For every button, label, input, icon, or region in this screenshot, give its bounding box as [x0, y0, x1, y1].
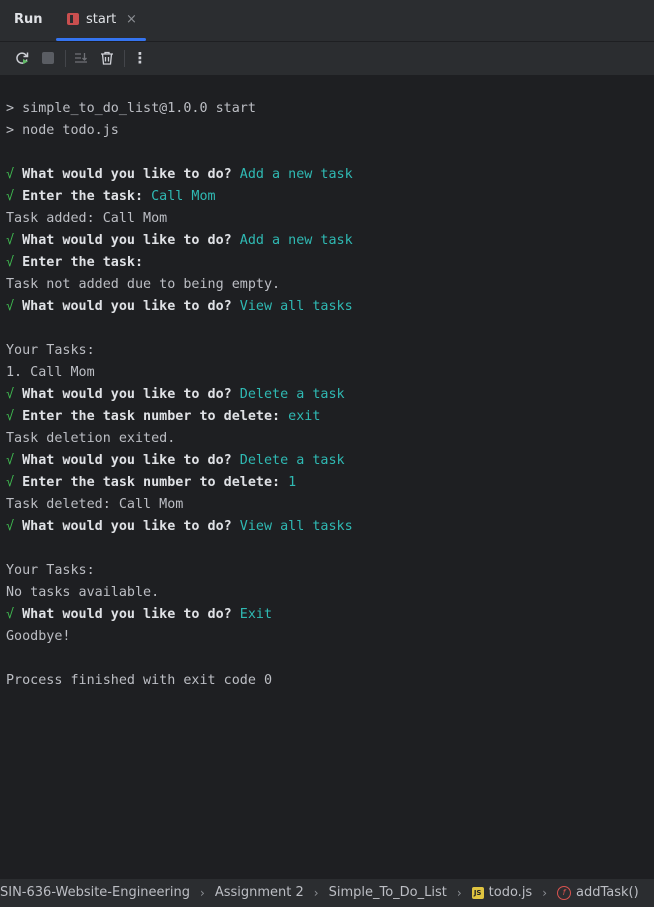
console-prompt-line: √ Enter the task number to delete: 1 [6, 472, 353, 494]
console-output-line: Task deletion exited. [6, 431, 176, 446]
console-output-line: > node todo.js [6, 123, 119, 138]
prompt-question: Enter the task number to delete: [22, 475, 281, 490]
js-file-icon: JS [471, 886, 484, 899]
breadcrumb: SIN-636-Website-Engineering › Assignment 2… [0, 885, 639, 900]
checkmark-icon: √ [6, 387, 15, 402]
rerun-button[interactable] [12, 48, 32, 68]
scroll-to-end-button[interactable] [71, 48, 91, 68]
console-output-line: No tasks available. [6, 585, 160, 600]
prompt-answer: Add a new task [239, 233, 353, 248]
breadcrumb-label: Assignment 2 [214, 885, 304, 900]
rerun-icon [16, 52, 29, 64]
console-output-line: 1. Call Mom [6, 365, 95, 380]
console-output-line: Your Tasks: [6, 343, 95, 358]
prompt-answer: View all tasks [239, 299, 353, 314]
chevron-right-icon: › [542, 885, 548, 900]
chevron-right-icon: › [313, 885, 319, 900]
console-output-line: > simple_to_do_list@1.0.0 start [6, 101, 256, 116]
console-output[interactable]: > simple_to_do_list@1.0.0 start > node to… [0, 76, 654, 876]
console-prompt-line: √ Enter the task: [6, 252, 353, 274]
console-output-line: Task deleted: Call Mom [6, 497, 184, 512]
toolbar-divider [65, 50, 66, 67]
prompt-answer: View all tasks [239, 519, 353, 534]
console-prompt-line: √ What would you like to do? Add a new t… [6, 230, 353, 252]
breadcrumb-item[interactable]: JS todo.js [471, 885, 533, 900]
checkmark-icon: √ [6, 475, 15, 490]
chevron-right-icon: › [456, 885, 462, 900]
more-options-button[interactable]: ⋮ [130, 48, 150, 68]
breadcrumb-label: addTask() [576, 885, 639, 900]
console-prompt-line: √ What would you like to do? View all ta… [6, 516, 353, 538]
prompt-answer: Delete a task [239, 453, 345, 468]
prompt-answer: Delete a task [239, 387, 345, 402]
prompt-question: Enter the task: [22, 189, 144, 204]
checkmark-icon: √ [6, 299, 15, 314]
more-options-icon: ⋮ [132, 49, 148, 67]
console-blank-line [6, 142, 353, 164]
checkmark-icon: √ [6, 233, 15, 248]
breadcrumb-item[interactable]: Assignment 2 [215, 885, 304, 900]
console-lines: > simple_to_do_list@1.0.0 start > node to… [6, 98, 353, 692]
console-prompt-line: √ What would you like to do? Delete a ta… [6, 384, 353, 406]
checkmark-icon: √ [6, 453, 15, 468]
run-tool-window-header: Run start × [0, 0, 654, 42]
prompt-answer: Call Mom [151, 189, 216, 204]
active-tab-indicator [56, 38, 146, 41]
console-prompt-line: √ What would you like to do? Delete a ta… [6, 450, 353, 472]
tab-label: start [86, 12, 117, 27]
checkmark-icon: √ [6, 519, 15, 534]
breadcrumb-label: todo.js [488, 885, 533, 900]
prompt-question: What would you like to do? [22, 519, 232, 534]
console-output-line: Process finished with exit code 0 [6, 673, 273, 688]
prompt-question: What would you like to do? [22, 387, 232, 402]
prompt-answer: Add a new task [239, 167, 353, 182]
console-blank-line [6, 648, 353, 670]
chevron-right-icon: › [200, 885, 205, 900]
checkmark-icon: √ [6, 409, 15, 424]
console-prompt-line: √ What would you like to do? Add a new t… [6, 164, 353, 186]
breadcrumb-item[interactable]: Simple_To_Do_List [329, 885, 447, 900]
prompt-answer: exit [288, 409, 321, 424]
prompt-question: What would you like to do? [22, 607, 232, 622]
console-prompt-line: √ What would you like to do? View all ta… [6, 296, 353, 318]
clear-all-button[interactable] [97, 48, 117, 68]
stop-button[interactable] [38, 48, 58, 68]
console-prompt-line: √ Enter the task number to delete: exit [6, 406, 353, 428]
breadcrumb-label: Simple_To_Do_List [328, 885, 447, 900]
checkmark-icon: √ [6, 607, 15, 622]
prompt-answer: Exit [239, 607, 273, 622]
prompt-answer: 1 [288, 475, 297, 490]
prompt-question: What would you like to do? [22, 233, 232, 248]
prompt-question: Enter the task: [22, 255, 144, 270]
status-bar: SIN-636-Website-Engineering › Assignment 2… [0, 878, 654, 907]
console-blank-line [6, 318, 353, 340]
console-output-line: Your Tasks: [6, 563, 95, 578]
toolbar-divider [124, 50, 125, 67]
clear-all-icon [101, 51, 113, 65]
checkmark-icon: √ [6, 255, 15, 270]
checkmark-icon: √ [6, 167, 15, 182]
scroll-to-end-icon [75, 53, 87, 63]
run-panel-title: Run [14, 12, 43, 27]
prompt-question: What would you like to do? [22, 299, 232, 314]
console-prompt-line: √ What would you like to do? Exit [6, 604, 353, 626]
tab-start[interactable]: start × [56, 0, 146, 41]
breadcrumb-label: SIN-636-Website-Engineering [0, 885, 190, 900]
console-prompt-line: √ Enter the task: Call Mom [6, 186, 353, 208]
stop-icon [42, 52, 54, 64]
console-output-line: Goodbye! [6, 629, 71, 644]
run-toolbar: ⋮ [0, 42, 654, 76]
function-icon: f [557, 885, 572, 900]
close-icon[interactable]: × [126, 12, 137, 27]
console-output-line: Task added: Call Mom [6, 211, 168, 226]
console-blank-line [6, 538, 353, 560]
prompt-question: Enter the task number to delete: [22, 409, 281, 424]
checkmark-icon: √ [6, 189, 15, 204]
console-output-line: Task not added due to being empty. [6, 277, 281, 292]
prompt-question: What would you like to do? [22, 167, 232, 182]
npm-icon [67, 13, 79, 25]
breadcrumb-item[interactable]: f addTask() [557, 885, 639, 900]
breadcrumb-item[interactable]: SIN-636-Website-Engineering [0, 885, 190, 900]
prompt-question: What would you like to do? [22, 453, 232, 468]
